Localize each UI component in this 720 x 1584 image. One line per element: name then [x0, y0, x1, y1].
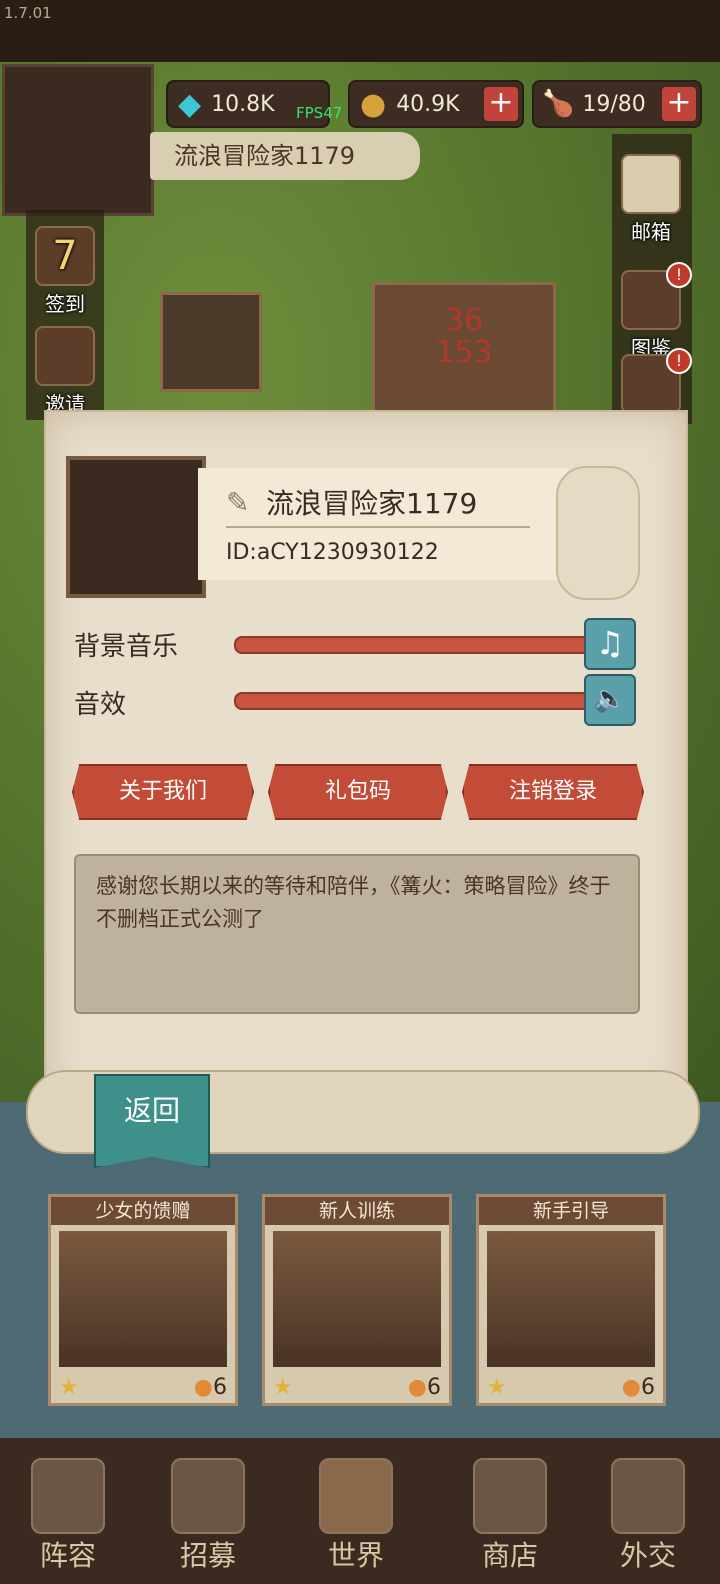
top-bar	[0, 0, 720, 62]
mail-label: 邮箱	[631, 220, 671, 244]
nav-world-label: 世界	[327, 1539, 384, 1572]
nav-lineup-label: 阵容	[39, 1539, 96, 1572]
laurel-checkin-icon: 7	[35, 226, 95, 286]
mission-title: 少女的馈赠	[51, 1197, 235, 1225]
mission-image	[273, 1231, 441, 1367]
nav-diplomacy-label: 外交	[619, 1539, 676, 1572]
shield-emblem-icon	[319, 1458, 393, 1534]
mission-title: 新手引导	[479, 1197, 663, 1225]
enemy-unit-card[interactable]: 36 153	[372, 282, 556, 418]
gold-coin-icon: ●	[360, 86, 387, 122]
fps-counter: FPS47	[296, 104, 343, 122]
codex-alert-badge: !	[666, 262, 692, 288]
star-icon: ★	[59, 1375, 79, 1400]
mission-cost: 6	[213, 1375, 227, 1400]
food-resource: 🍗 19/80 +	[532, 80, 702, 128]
mission-cost: 6	[641, 1375, 655, 1400]
mission-cost: 6	[427, 1375, 441, 1400]
player-name-banner: 流浪冒险家1179	[150, 132, 420, 180]
mail-button[interactable]: 邮箱	[616, 154, 686, 245]
player-name: 流浪冒险家1179	[266, 487, 478, 520]
drumstick-icon: ●	[193, 1375, 213, 1400]
gem-icon: ◆	[178, 86, 202, 122]
sfx-slider[interactable]	[234, 692, 598, 710]
enemy-power-numbers: 36 153	[435, 303, 493, 370]
nav-recruit[interactable]: 招募	[148, 1458, 268, 1578]
star-icon: ★	[273, 1375, 293, 1400]
helmet-icon	[31, 1458, 105, 1534]
mission-card[interactable]: 新手引导 ★ ●6	[476, 1194, 666, 1406]
add-food-button[interactable]: +	[662, 87, 696, 121]
gold-resource: ● 40.9K +	[348, 80, 524, 128]
checkin-label: 签到	[45, 292, 85, 316]
nav-world[interactable]: 世界	[296, 1458, 416, 1578]
nav-shop-label: 商店	[481, 1539, 538, 1572]
mission-card[interactable]: 少女的馈赠 ★ ●6	[48, 1194, 238, 1406]
mission-card[interactable]: 新人训练 ★ ●6	[262, 1194, 452, 1406]
music-slider[interactable]	[234, 636, 598, 654]
nav-recruit-label: 招募	[179, 1539, 236, 1572]
gold-amount: 40.9K	[396, 91, 460, 117]
handshake-icon	[611, 1458, 685, 1534]
music-note-icon[interactable]: ♫	[584, 618, 636, 670]
player-id: ID:aCY1230930122	[226, 540, 439, 565]
crates-icon	[473, 1458, 547, 1534]
drumstick-icon: ●	[621, 1375, 641, 1400]
nav-lineup[interactable]: 阵容	[8, 1458, 128, 1578]
player-avatar-button[interactable]	[2, 64, 154, 216]
about-us-button[interactable]: 关于我们	[72, 764, 254, 820]
star-icon: ★	[487, 1375, 507, 1400]
nav-shop[interactable]: 商店	[450, 1458, 570, 1578]
checkin-button[interactable]: 7 签到	[30, 226, 100, 317]
logout-button[interactable]: 注销登录	[462, 764, 644, 820]
scroll-roll-decoration	[556, 466, 640, 600]
mission-image	[59, 1231, 227, 1367]
food-amount: 19/80	[582, 91, 646, 117]
speaker-icon[interactable]: 🔈	[584, 674, 636, 726]
sfx-label: 音效	[74, 690, 127, 720]
profile-avatar	[66, 456, 206, 598]
drumstick-icon: 🍗	[542, 89, 575, 119]
music-label: 背景音乐	[74, 632, 179, 662]
announcement-text: 感谢您长期以来的等待和陪伴，《篝火：策略冒险》终于不删档正式公测了	[74, 854, 640, 1014]
mission-title: 新人训练	[265, 1197, 449, 1225]
invite-button[interactable]: 邀请	[30, 326, 100, 417]
drumstick-icon: ●	[407, 1375, 427, 1400]
cauldron-alert-badge: !	[666, 348, 692, 374]
back-button[interactable]: 返回	[94, 1074, 210, 1168]
ally-unit-card[interactable]	[160, 292, 262, 392]
bell-icon	[171, 1458, 245, 1534]
divider	[226, 526, 530, 528]
add-gold-button[interactable]: +	[484, 87, 518, 121]
quill-edit-icon[interactable]: ✎	[226, 486, 249, 519]
version-label: 1.7.01	[4, 4, 52, 22]
gift-code-button[interactable]: 礼包码	[268, 764, 448, 820]
envelope-icon	[621, 154, 681, 214]
nav-diplomacy[interactable]: 外交	[588, 1458, 708, 1578]
gem-amount: 10.8K	[211, 91, 275, 117]
treasure-chest-icon	[35, 326, 95, 386]
mission-image	[487, 1231, 655, 1367]
